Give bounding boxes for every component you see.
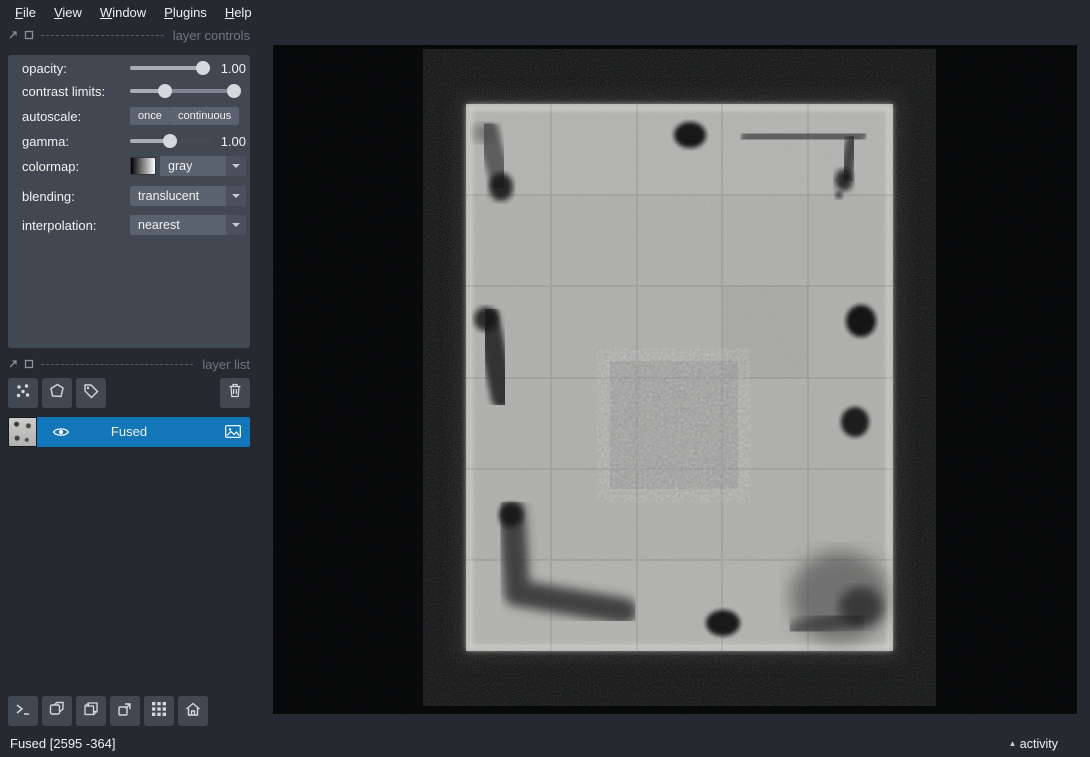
points-icon <box>14 382 32 405</box>
autoscale-row: autoscale: once continuous <box>22 106 246 126</box>
gamma-slider[interactable] <box>130 132 212 150</box>
labels-icon <box>82 382 100 405</box>
blending-value: translucent <box>138 189 199 203</box>
blending-dropdown-arrow-zone[interactable] <box>226 186 246 206</box>
blending-label: blending: <box>22 189 75 204</box>
autoscale-once-button[interactable]: once <box>130 107 170 125</box>
delete-layer-button[interactable] <box>220 378 250 408</box>
blending-row: blending: translucent <box>22 186 246 206</box>
layer-list-dock-header: layer list <box>8 357 250 371</box>
image-layer-icon <box>225 425 241 443</box>
layer-list-title: layer list <box>202 357 250 372</box>
colormap-label: colormap: <box>22 159 79 174</box>
cursor-status: Fused [2595 -364] <box>10 736 116 751</box>
napari-window: File View Window Plugins Help layer cont… <box>0 0 1090 757</box>
transpose-dimensions-button[interactable] <box>110 696 140 726</box>
menu-plugins[interactable]: Plugins <box>155 2 216 23</box>
menu-window[interactable]: Window <box>91 2 155 23</box>
shapes-icon <box>48 382 66 405</box>
grid-icon <box>151 701 167 722</box>
opacity-row: opacity: 1.00 <box>22 58 246 78</box>
blending-dropdown[interactable]: translucent <box>130 186 246 206</box>
activity-toggle[interactable]: ▴ activity <box>1010 737 1058 751</box>
layer-controls-title: layer controls <box>173 28 250 43</box>
interpolation-dropdown-arrow-zone[interactable] <box>226 215 246 235</box>
opacity-value: 1.00 <box>221 61 246 76</box>
new-labels-layer-button[interactable] <box>76 378 106 408</box>
gamma-row: gamma: 1.00 <box>22 131 246 151</box>
ndisplay-2d3d-icon <box>48 700 66 723</box>
fused-image <box>273 45 1077 714</box>
new-shapes-layer-button[interactable] <box>42 378 72 408</box>
console-button[interactable] <box>8 696 38 726</box>
home-icon <box>184 700 202 723</box>
grid-view-button[interactable] <box>144 696 174 726</box>
colormap-dropdown-arrow-zone[interactable] <box>226 156 246 176</box>
ndisplay-toggle-button[interactable] <box>42 696 72 726</box>
chevron-down-icon <box>232 223 240 231</box>
contrast-limits-low-handle[interactable] <box>158 84 172 98</box>
chevron-down-icon <box>232 194 240 202</box>
layer-controls-dock-header: layer controls <box>8 28 250 42</box>
autoscale-continuous-button[interactable]: continuous <box>170 107 239 125</box>
dock-separator <box>41 35 164 36</box>
opacity-label: opacity: <box>22 61 67 76</box>
gamma-label: gamma: <box>22 134 69 149</box>
activity-expand-icon: ▴ <box>1010 738 1015 749</box>
colormap-gradient-swatch <box>130 157 156 175</box>
transpose-icon <box>116 700 134 723</box>
chevron-down-icon <box>232 164 240 172</box>
colormap-row: colormap: gray <box>22 156 246 176</box>
contrast-limits-row: contrast limits: <box>22 81 246 101</box>
menu-help[interactable]: Help <box>216 2 261 23</box>
interpolation-value: nearest <box>138 218 180 232</box>
colormap-dropdown[interactable]: gray <box>160 156 246 176</box>
float-dock-icon[interactable] <box>24 30 34 40</box>
dock-separator <box>41 364 193 365</box>
roll-dimensions-button[interactable] <box>76 696 106 726</box>
layer-controls-panel: opacity: 1.00 contrast limits: <box>8 55 250 348</box>
new-points-layer-button[interactable] <box>8 378 38 408</box>
layer-row-fused[interactable]: Fused <box>8 417 250 447</box>
gamma-value: 1.00 <box>221 134 246 149</box>
contrast-limits-label: contrast limits: <box>22 84 105 99</box>
interpolation-row: interpolation: nearest <box>22 215 246 235</box>
expand-dock-icon[interactable] <box>8 359 18 369</box>
interpolation-dropdown[interactable]: nearest <box>130 215 246 235</box>
contrast-limits-high-handle[interactable] <box>227 84 241 98</box>
statusbar: Fused [2595 -364] ▴ activity <box>0 730 1090 757</box>
colormap-value: gray <box>168 159 192 173</box>
menubar: File View Window Plugins Help <box>0 0 1090 25</box>
expand-dock-icon[interactable] <box>8 30 18 40</box>
viewer-canvas[interactable] <box>273 45 1077 714</box>
autoscale-label: autoscale: <box>22 109 81 124</box>
opacity-slider[interactable] <box>130 59 212 77</box>
menu-file[interactable]: File <box>6 2 45 23</box>
float-dock-icon[interactable] <box>24 359 34 369</box>
home-button[interactable] <box>178 696 208 726</box>
gamma-slider-handle[interactable] <box>163 134 177 148</box>
menu-view[interactable]: View <box>45 2 91 23</box>
interpolation-label: interpolation: <box>22 218 96 233</box>
opacity-slider-handle[interactable] <box>196 61 210 75</box>
contrast-limits-slider[interactable] <box>130 82 242 100</box>
trash-icon <box>227 382 243 404</box>
layer-name: Fused <box>8 424 250 439</box>
cube-icon <box>82 700 100 723</box>
console-icon <box>14 700 32 723</box>
activity-label: activity <box>1020 737 1058 751</box>
